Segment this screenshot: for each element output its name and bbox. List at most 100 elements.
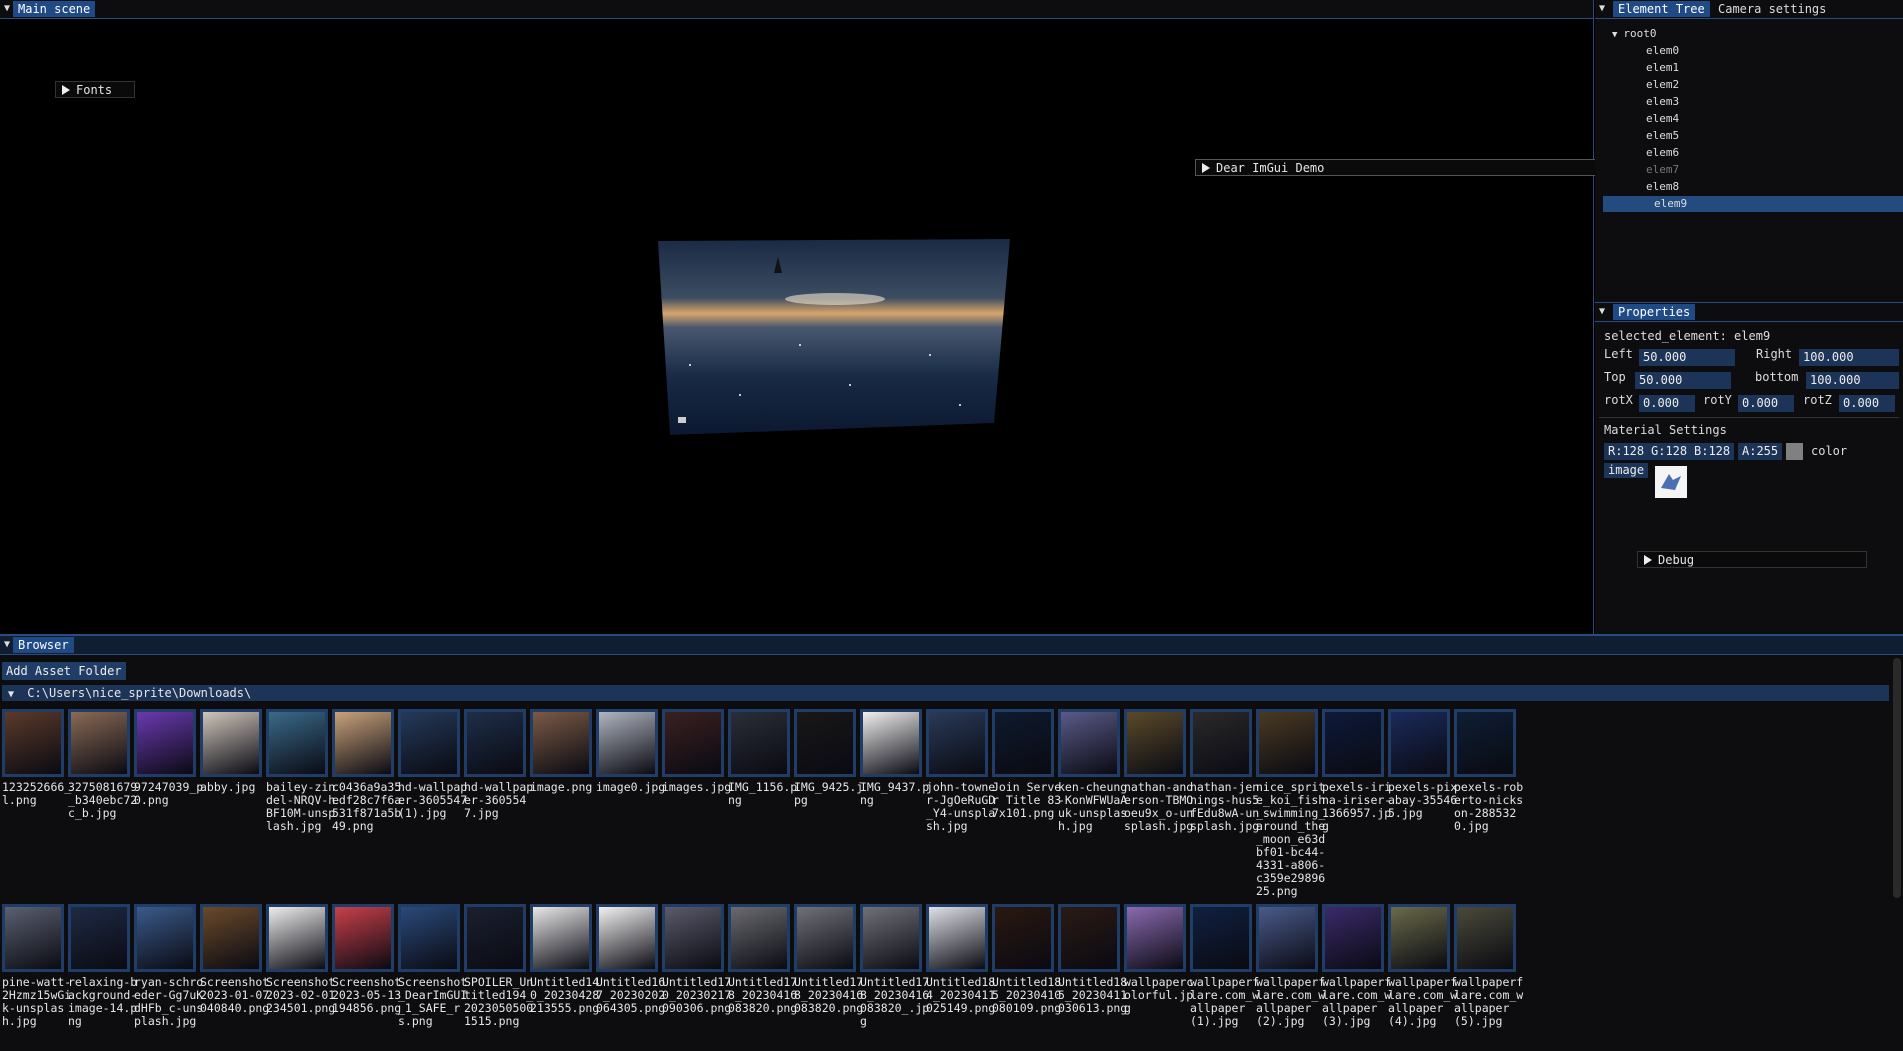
asset-thumbnail[interactable]: [1256, 904, 1318, 972]
bottom-input[interactable]: 100.000: [1806, 372, 1899, 389]
asset-image: [5, 907, 61, 969]
collapse-arrow-icon[interactable]: ▼: [1599, 306, 1605, 317]
main-scene-window[interactable]: ▼ Main scene Fonts Dear ImGui Demo: [0, 0, 1690, 634]
tree-item[interactable]: elem8: [1595, 179, 1903, 195]
left-input[interactable]: 50.000: [1639, 349, 1735, 366]
asset-thumbnail[interactable]: [200, 904, 262, 972]
asset-thumbnail[interactable]: [1322, 904, 1384, 972]
asset-thumbnail[interactable]: [926, 904, 988, 972]
asset-thumbnail[interactable]: [992, 709, 1054, 777]
asset-image: [731, 712, 787, 774]
asset-thumbnail[interactable]: [134, 709, 196, 777]
color-swatch[interactable]: [1786, 443, 1803, 460]
alpha-channel-input[interactable]: A:255: [1738, 443, 1783, 460]
tree-item[interactable]: elem0: [1595, 43, 1903, 59]
top-label: Top: [1604, 370, 1626, 384]
tab-camera-settings[interactable]: Camera settings: [1713, 1, 1831, 17]
asset-image: [5, 712, 61, 774]
asset-thumbnail[interactable]: [662, 904, 724, 972]
asset-thumbnail[interactable]: [464, 709, 526, 777]
asset-thumbnail[interactable]: [2, 904, 64, 972]
asset-thumbnail[interactable]: [1124, 904, 1186, 972]
asset-thumbnail[interactable]: [794, 709, 856, 777]
right-input[interactable]: 100.000: [1799, 349, 1899, 366]
debug-collapsible[interactable]: Debug: [1637, 551, 1867, 568]
asset-thumbnail[interactable]: [1190, 709, 1252, 777]
scene-quad-render[interactable]: [650, 235, 1020, 440]
asset-thumbnail[interactable]: [1058, 904, 1120, 972]
asset-thumbnail[interactable]: [728, 904, 790, 972]
tab-element-tree[interactable]: Element Tree: [1613, 1, 1710, 17]
main-scene-tab[interactable]: Main scene: [13, 1, 96, 17]
asset-thumbnail[interactable]: [926, 709, 988, 777]
asset-thumbnail[interactable]: [1124, 709, 1186, 777]
tree-item[interactable]: elem5: [1595, 128, 1903, 144]
asset-thumbnail[interactable]: [530, 904, 592, 972]
element-tree-window[interactable]: ▼ Element Tree Camera settings ▼ root0 el…: [1595, 0, 1903, 302]
asset-thumbnail[interactable]: [266, 709, 328, 777]
asset-thumbnail[interactable]: [398, 904, 460, 972]
fonts-collapsible[interactable]: Fonts: [55, 81, 135, 98]
asset-thumbnail[interactable]: [1454, 904, 1516, 972]
tree-item[interactable]: elem3: [1595, 94, 1903, 110]
blue-channel-input[interactable]: B:128: [1690, 443, 1735, 460]
asset-thumbnail[interactable]: [68, 904, 130, 972]
properties-tab[interactable]: Properties: [1613, 304, 1696, 320]
asset-thumbnail[interactable]: [596, 904, 658, 972]
asset-thumbnail[interactable]: [1190, 904, 1252, 972]
asset-thumbnail[interactable]: [1388, 709, 1450, 777]
asset-image: [1193, 907, 1249, 969]
folder-header[interactable]: ▼ C:\Users\nice_sprite\Downloads\: [2, 685, 1889, 701]
asset-thumbnail[interactable]: [860, 709, 922, 777]
asset-thumbnail[interactable]: [1454, 709, 1516, 777]
asset-thumbnail[interactable]: [1322, 709, 1384, 777]
asset-thumbnail[interactable]: [134, 904, 196, 972]
green-channel-input[interactable]: G:128: [1647, 443, 1692, 460]
asset-thumbnail[interactable]: [2, 709, 64, 777]
tree-item[interactable]: elem1: [1595, 60, 1903, 76]
debug-label: Debug: [1658, 553, 1695, 567]
browser-tab[interactable]: Browser: [13, 637, 74, 653]
browser-scrollbar[interactable]: [1893, 658, 1901, 898]
asset-thumbnail[interactable]: [530, 709, 592, 777]
asset-thumbnail[interactable]: [992, 904, 1054, 972]
add-asset-folder-button[interactable]: Add Asset Folder: [2, 662, 126, 680]
asset-thumbnail[interactable]: [398, 709, 460, 777]
asset-thumbnail[interactable]: [596, 709, 658, 777]
asset-filename: image.png: [530, 780, 593, 794]
tree-item[interactable]: elem7: [1595, 162, 1903, 178]
asset-thumbnail[interactable]: [266, 904, 328, 972]
properties-window[interactable]: ▼ Properties selected_element: elem9 Lef…: [1595, 302, 1903, 634]
asset-thumbnail[interactable]: [68, 709, 130, 777]
rotx-input[interactable]: 0.000: [1639, 395, 1695, 412]
asset-thumbnail[interactable]: [794, 904, 856, 972]
top-input[interactable]: 50.000: [1635, 372, 1731, 389]
tree-item[interactable]: elem6: [1595, 145, 1903, 161]
asset-filename: wallpaperflare.com_wallpaper (1).jpg: [1190, 975, 1260, 1028]
asset-thumbnail[interactable]: [728, 709, 790, 777]
asset-filename: nathan-jennings-hus5fEdu8wA-unsplash.jpg: [1190, 780, 1260, 833]
collapse-arrow-icon[interactable]: ▼: [4, 639, 10, 650]
collapse-arrow-icon[interactable]: ▼: [1599, 3, 1605, 14]
roty-input[interactable]: 0.000: [1738, 395, 1794, 412]
asset-thumbnail[interactable]: [860, 904, 922, 972]
asset-thumbnail[interactable]: [1388, 904, 1450, 972]
asset-filename: Untitled185_20230411030613.png: [1058, 975, 1128, 1015]
asset-thumbnail[interactable]: [662, 709, 724, 777]
red-channel-input[interactable]: R:128: [1604, 443, 1649, 460]
tree-item[interactable]: elem4: [1595, 111, 1903, 127]
asset-thumbnail[interactable]: [464, 904, 526, 972]
asset-thumbnail[interactable]: [332, 709, 394, 777]
asset-image: [929, 712, 985, 774]
tree-item-selected[interactable]: elem9: [1603, 196, 1903, 212]
asset-thumbnail[interactable]: [332, 904, 394, 972]
rotz-input[interactable]: 0.000: [1839, 395, 1895, 412]
asset-thumbnail[interactable]: [1256, 709, 1318, 777]
browser-window[interactable]: ▼ Browser Add Asset Folder ▼ C:\Users\ni…: [0, 634, 1903, 1051]
tree-item[interactable]: elem2: [1595, 77, 1903, 93]
asset-thumbnail[interactable]: [1058, 709, 1120, 777]
tree-node-root[interactable]: ▼ root0: [1595, 26, 1903, 42]
collapse-arrow-icon[interactable]: ▼: [4, 3, 10, 14]
image-thumbnail[interactable]: [1655, 466, 1687, 498]
asset-thumbnail[interactable]: [200, 709, 262, 777]
